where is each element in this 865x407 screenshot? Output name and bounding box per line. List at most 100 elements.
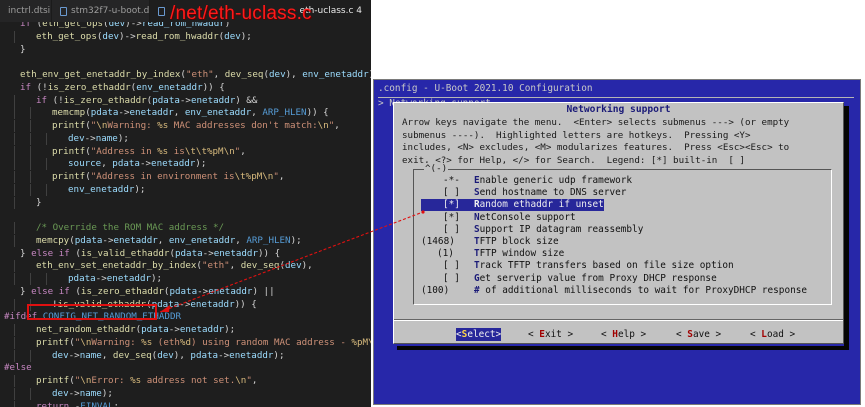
indent-guide [14, 401, 15, 407]
button-rest: ave [692, 329, 710, 340]
menu-item-label: et serverip value from Proxy DHCP respon… [479, 272, 717, 284]
menu-item-mark: [ ] [443, 223, 460, 235]
load-button[interactable]: < Load > [750, 328, 795, 341]
indent-guide [30, 133, 31, 145]
menu-item-mark: [ ] [443, 272, 460, 284]
indent-guide [14, 375, 15, 387]
indent-guide [30, 388, 31, 400]
indent-guide [14, 222, 15, 234]
indent-guide [14, 324, 15, 336]
menu-item-label: nable generic udp framework [479, 175, 633, 186]
help-text-line-4: exit, <?> for Help, </> for Search. Lege… [402, 154, 745, 166]
menu-item-label: upport IP datagram reassembly [479, 223, 644, 235]
menu-item[interactable]: [ ] Support IP datagram reassembly [421, 224, 643, 236]
networking-support-dialog: Networking support Arrow keys navigate t… [393, 102, 844, 344]
indent-guide [30, 120, 31, 132]
menu-item-mark: (1) [437, 248, 454, 260]
indent-guide [14, 95, 15, 107]
menu-item-mark: (100) [421, 284, 450, 296]
button-open: < [676, 329, 688, 340]
indent-guide [30, 158, 31, 170]
menuconfig-terminal[interactable]: .config - U-Boot 2021.10 Configuration >… [373, 79, 861, 405]
menu-item-label: end hostname to DNS server [479, 187, 627, 199]
button-open: < [528, 329, 540, 340]
indent-guide [14, 197, 15, 209]
menu-item-mark: [*] [443, 199, 460, 211]
button-close: > [495, 329, 502, 340]
menu-item-label: FTP window size [479, 248, 565, 260]
menu-item[interactable]: (100) # of additional milliseconds to wai… [421, 285, 807, 297]
help-button[interactable]: < Help > [601, 328, 646, 341]
indent-guide [14, 107, 15, 119]
menu-item[interactable]: (1468) TFTP block size [421, 236, 559, 248]
dialog-separator-highlight [394, 320, 843, 321]
file-icon [158, 6, 165, 16]
button-rest: xit [544, 329, 562, 340]
menu-item-mark: -*- [443, 175, 460, 186]
tab-label: stm32f7-u-boot.dtsi [71, 6, 150, 16]
code-line: } [20, 44, 26, 55]
button-open: < [601, 329, 613, 340]
menu-item-mark: [ ] [443, 260, 460, 272]
indent-guide [46, 133, 47, 145]
menu-item[interactable]: -*- Enable generic udp framework [421, 175, 632, 187]
scroll-up-marker: ^(-) [424, 163, 449, 175]
button-rest: oad [766, 329, 784, 340]
menu-item-label: andom ethaddr if unset [479, 199, 604, 211]
menu-item[interactable]: [ ] Track TFTP transfers based on file si… [421, 260, 734, 272]
exit-button[interactable]: < Exit > [528, 328, 573, 341]
highlight-box-config-net-random-ethaddr [27, 304, 157, 320]
menu-item[interactable]: [*] Random ethaddr if unset [421, 199, 604, 212]
code-line: #else [4, 362, 32, 373]
indent-guide [14, 120, 15, 132]
menu-list[interactable]: ^(-) -*- Enable generic udp framework[ ] S… [413, 163, 832, 305]
button-rest: elp [617, 329, 635, 340]
menu-item-mark: [ ] [443, 187, 460, 199]
tab-pinctrl-dtsi[interactable]: inctrl.dtsi [0, 0, 52, 22]
indent-guide [46, 158, 47, 170]
code-line: env_enetaddr); [68, 184, 146, 195]
indent-guide [30, 184, 31, 196]
code-editor[interactable]: inctrl.dtsi stm32f7-u-boot.dtsi eth-ucla… [0, 0, 371, 407]
tab-stm32f7-u-boot-dtsi[interactable]: stm32f7-u-boot.dtsi [52, 0, 150, 22]
save-button[interactable]: < Save > [676, 328, 721, 341]
menu-item-label: of additional milliseconds to wait for P… [479, 284, 808, 296]
menu-item-label: rack TFTP transfers based on file size o… [479, 260, 734, 272]
menu-item-mark: [*] [443, 211, 460, 223]
file-icon [60, 6, 67, 16]
indent-guide [14, 158, 15, 170]
indent-guide [30, 146, 31, 158]
help-text-line-3: includes, <N> excludes, <M> modularizes … [402, 142, 790, 153]
select-button[interactable]: <Select> [456, 328, 502, 341]
button-close: > [709, 329, 722, 340]
dialog-title: Networking support [566, 104, 671, 115]
indent-guide [14, 388, 15, 400]
dialog-shadow [397, 346, 848, 350]
menu-item[interactable]: [ ] Get serverip value from Proxy DHCP re… [421, 273, 717, 285]
indent-guide [46, 184, 47, 196]
menu-item[interactable]: [ ] Send hostname to DNS server [421, 187, 626, 199]
indent-guide [14, 337, 15, 349]
code-area[interactable]: if (eth_get_ops(dev)->read_rom_hwaddr) et… [0, 22, 371, 407]
indent-guide [30, 107, 31, 119]
code-line: return -EINVAL; [36, 401, 120, 407]
code-line: dev->name, dev_seq(dev), pdata->enetaddr… [52, 350, 285, 361]
code-line: eth_get_ops(dev)->read_rom_hwaddr(dev); [36, 31, 252, 42]
menu-item[interactable]: [*] NetConsole support [421, 212, 576, 224]
indent-guide [14, 171, 15, 183]
indent-guide [14, 133, 15, 145]
menu-item[interactable]: (1) TFTP window size [421, 248, 564, 260]
help-text-line-1: Arrow keys navigate the menu. <Enter> se… [402, 117, 790, 128]
indent-guide [14, 273, 15, 285]
tab-label: inctrl.dtsi [8, 6, 51, 16]
indent-guide [30, 171, 31, 183]
button-close: > [783, 329, 796, 340]
indent-guide [14, 31, 15, 43]
button-close: > [561, 329, 574, 340]
indent-guide [14, 146, 15, 158]
code-line: } [36, 197, 42, 208]
help-text-line-2: submenus ----). Highlighted letters are … [402, 129, 751, 141]
button-rest: elect [467, 329, 496, 340]
terminal-header: .config - U-Boot 2021.10 Configuration [378, 83, 593, 94]
menu-item-label: etConsole support [479, 211, 576, 223]
